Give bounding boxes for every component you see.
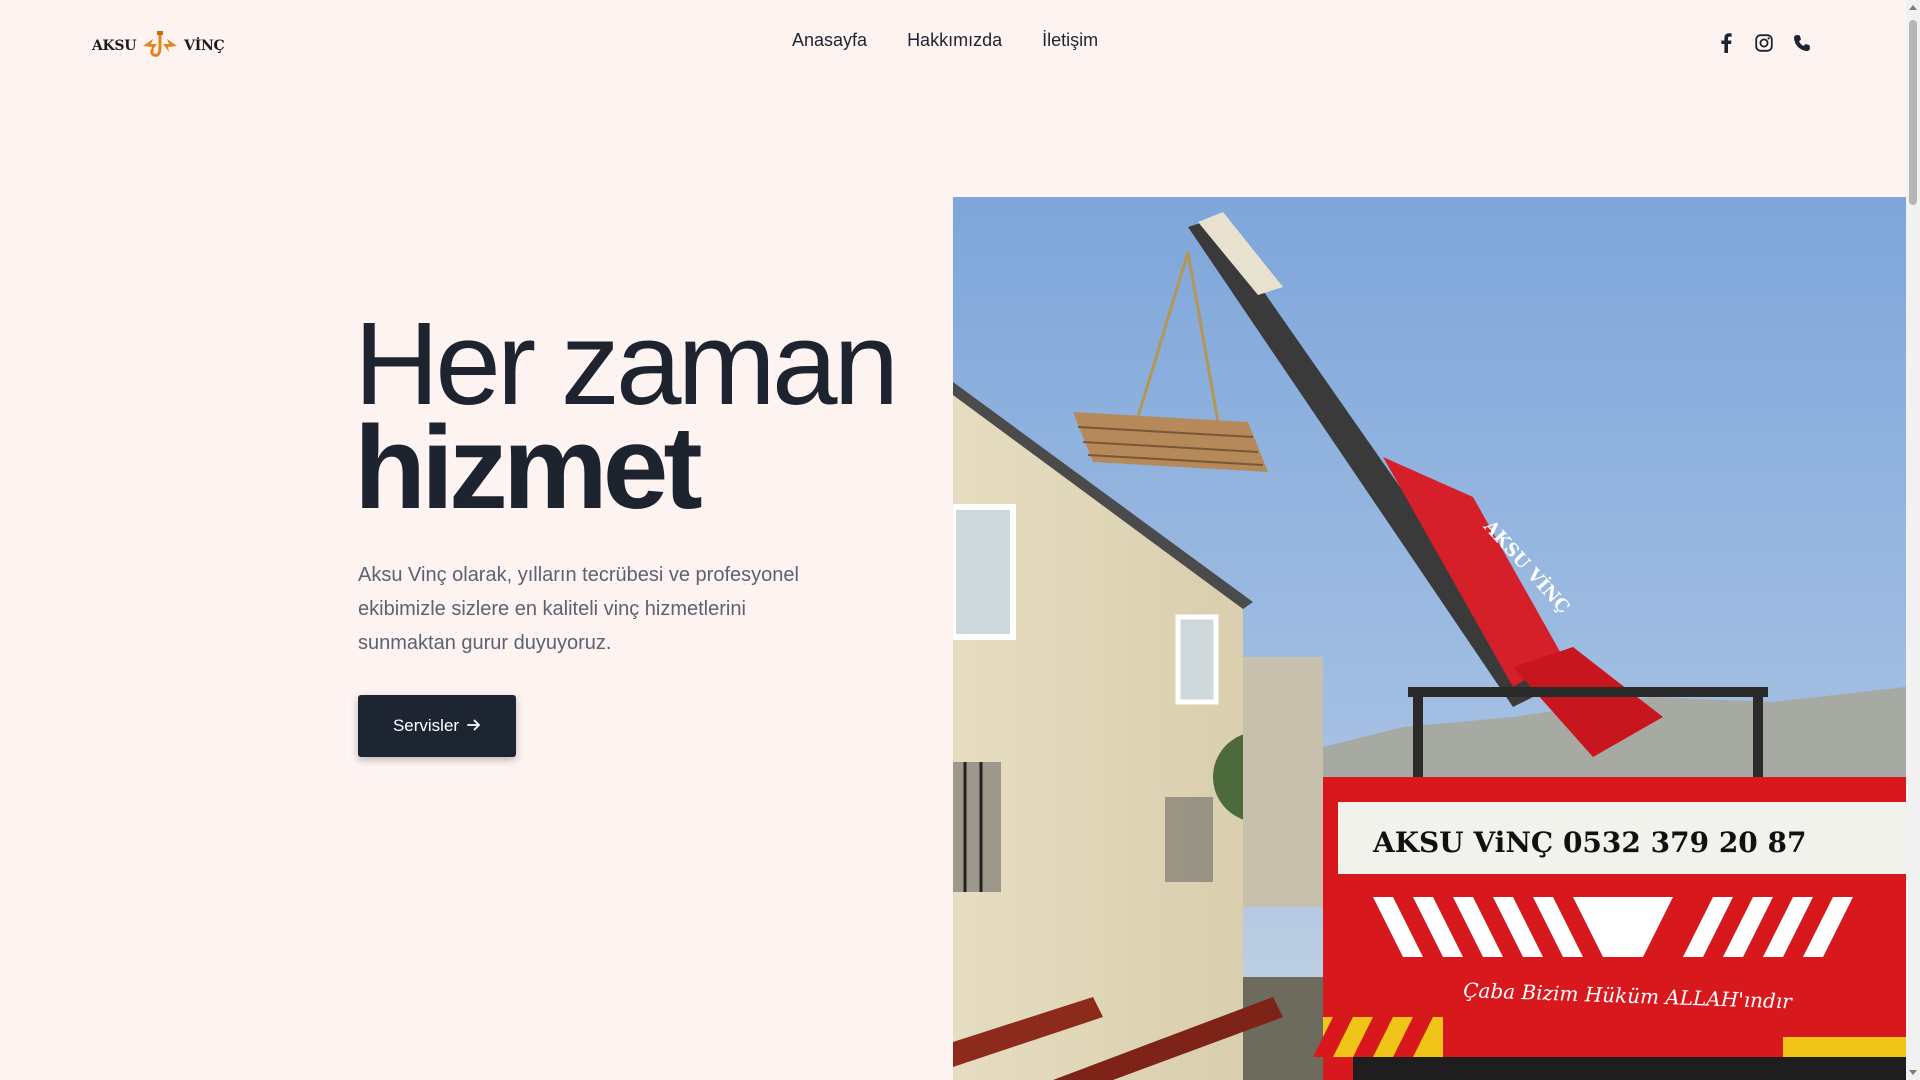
services-button[interactable]: Servisler bbox=[358, 695, 516, 757]
scroll-down-arrow-icon[interactable] bbox=[1909, 1070, 1917, 1075]
hook-logo-icon bbox=[140, 30, 180, 62]
hero-title: Her zaman hizmet bbox=[354, 298, 899, 534]
social-links bbox=[1716, 33, 1812, 53]
logo-left-word: AKSU bbox=[92, 38, 137, 54]
hero-photo-crane-truck: AKSU VİNÇ AKSU ViNÇ 0532 379 20 87 Çaba … bbox=[953, 197, 1906, 1080]
nav-item-iletisim[interactable]: İletişim bbox=[1042, 30, 1098, 51]
logo-right-word: VİNÇ bbox=[184, 38, 225, 54]
hero-title-line2: hizmet bbox=[354, 402, 703, 534]
facebook-icon[interactable] bbox=[1716, 33, 1736, 53]
hero-title-line1: Her zaman bbox=[354, 298, 899, 430]
scroll-up-arrow-icon[interactable] bbox=[1909, 5, 1917, 10]
main-nav: Anasayfa Hakkımızda İletişim bbox=[792, 30, 1098, 51]
scrollbar-thumb[interactable] bbox=[1909, 20, 1917, 205]
truck-sign-text: AKSU ViNÇ 0532 379 20 87 bbox=[1372, 826, 1807, 859]
site-header: AKSU VİNÇ Anasayfa Hakkımızda İletişim bbox=[0, 0, 1906, 90]
arrow-right-icon bbox=[467, 716, 481, 736]
nav-item-anasayfa[interactable]: Anasayfa bbox=[792, 30, 867, 51]
logo[interactable]: AKSU VİNÇ bbox=[92, 30, 225, 62]
hero-description: Aksu Vinç olarak, yılların tecrübesi ve … bbox=[358, 564, 799, 654]
instagram-icon[interactable] bbox=[1754, 33, 1774, 53]
services-button-label: Servisler bbox=[392, 716, 460, 735]
vertical-scrollbar[interactable] bbox=[1906, 0, 1920, 1080]
nav-item-hakkimizda[interactable]: Hakkımızda bbox=[907, 30, 1002, 51]
phone-icon[interactable] bbox=[1792, 33, 1812, 53]
